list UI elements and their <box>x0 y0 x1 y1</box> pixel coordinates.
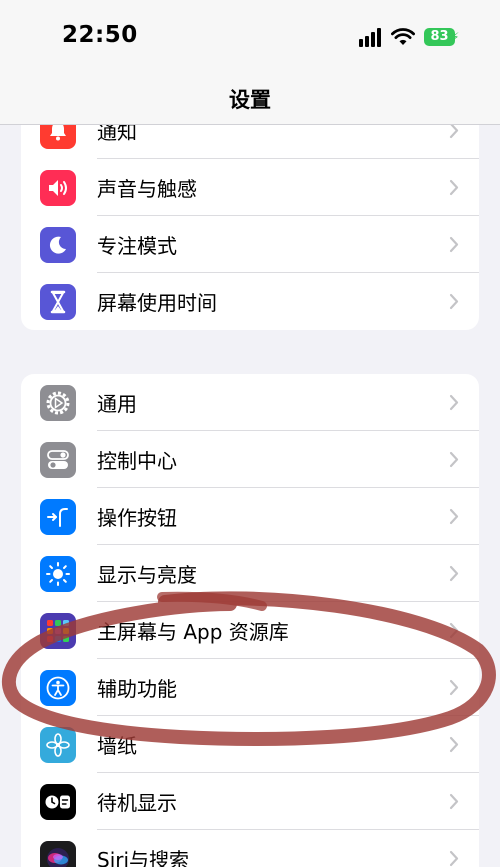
settings-row-sounds[interactable]: 声音与触感 <box>21 159 479 216</box>
row-label: 控制中心 <box>97 449 177 473</box>
settings-screen: 22:50 83 ⚡ 设置 通知 声音与触感 专注模式 屏幕使用时间 通用 控制… <box>0 0 500 867</box>
settings-row-home-screen[interactable]: 主屏幕与 App 资源库 <box>21 602 479 659</box>
action-button-icon <box>40 499 76 535</box>
chevron-right-icon <box>449 793 459 810</box>
row-label: Siri与搜索 <box>97 848 190 867</box>
chevron-right-icon <box>449 565 459 582</box>
chevron-right-icon <box>449 622 459 639</box>
charging-bolt-icon: ⚡ <box>451 30 460 44</box>
settings-row-accessibility[interactable]: 辅助功能 <box>21 659 479 716</box>
settings-row-wallpaper[interactable]: 墙纸 <box>21 716 479 773</box>
hourglass-icon <box>40 284 76 320</box>
chevron-right-icon <box>449 179 459 196</box>
row-label: 专注模式 <box>97 234 177 258</box>
row-label: 声音与触感 <box>97 177 197 201</box>
settings-group-2: 通用 控制中心 操作按钮 显示与亮度 主屏幕与 App 资源库 辅助功能 墙纸 … <box>21 374 479 867</box>
chevron-right-icon <box>449 736 459 753</box>
toggles-icon <box>40 442 76 478</box>
chevron-right-icon <box>449 394 459 411</box>
battery-level: 83 <box>430 29 449 44</box>
chevron-right-icon <box>449 679 459 696</box>
row-label: 待机显示 <box>97 791 177 815</box>
standby-icon <box>40 784 76 820</box>
settings-row-general[interactable]: 通用 <box>21 374 479 431</box>
settings-row-action-button[interactable]: 操作按钮 <box>21 488 479 545</box>
moon-icon <box>40 227 76 263</box>
row-label: 操作按钮 <box>97 506 177 530</box>
siri-icon <box>40 841 76 867</box>
app-grid-icon <box>40 613 76 649</box>
settings-group-1: 通知 声音与触感 专注模式 屏幕使用时间 <box>21 102 479 330</box>
chevron-right-icon <box>449 508 459 525</box>
row-label: 辅助功能 <box>97 677 177 701</box>
accessibility-icon <box>40 670 76 706</box>
settings-row-focus[interactable]: 专注模式 <box>21 216 479 273</box>
flower-icon <box>40 727 76 763</box>
row-label: 墙纸 <box>97 734 137 758</box>
settings-row-display[interactable]: 显示与亮度 <box>21 545 479 602</box>
wifi-icon <box>391 28 415 45</box>
chevron-right-icon <box>449 850 459 867</box>
status-time: 22:50 <box>62 22 138 48</box>
settings-row-siri[interactable]: Siri与搜索 <box>21 830 479 867</box>
nav-bar: 设置 <box>0 70 500 125</box>
page-title: 设置 <box>229 88 271 112</box>
gear-icon <box>40 385 76 421</box>
row-label: 主屏幕与 App 资源库 <box>97 620 289 644</box>
chevron-right-icon <box>449 236 459 253</box>
settings-row-control-center[interactable]: 控制中心 <box>21 431 479 488</box>
settings-row-standby[interactable]: 待机显示 <box>21 773 479 830</box>
chevron-right-icon <box>449 451 459 468</box>
speaker-icon <box>40 170 76 206</box>
status-bar: 22:50 83 ⚡ <box>0 0 500 70</box>
row-label: 显示与亮度 <box>97 563 197 587</box>
cellular-signal-icon <box>359 28 385 47</box>
row-label: 屏幕使用时间 <box>97 291 217 315</box>
row-label: 通用 <box>97 392 137 416</box>
chevron-right-icon <box>449 293 459 310</box>
settings-row-screen-time[interactable]: 屏幕使用时间 <box>21 273 479 330</box>
sun-icon <box>40 556 76 592</box>
